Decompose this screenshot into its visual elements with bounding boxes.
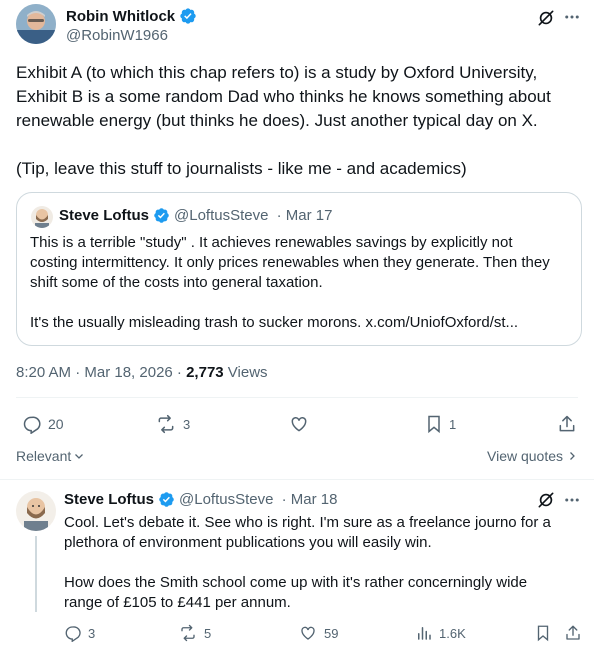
repost-icon (178, 624, 198, 642)
divider (16, 397, 578, 398)
quoted-author-name: Steve Loftus (59, 207, 150, 224)
reply-icon (64, 624, 82, 642)
reply-views-count: 1.6K (439, 625, 466, 641)
reply-bookmark-button[interactable] (535, 624, 551, 642)
verified-badge-icon (158, 491, 175, 508)
bookmark-icon (535, 624, 551, 642)
more-options-icon[interactable] (563, 8, 581, 26)
tweet-text: Exhibit A (to which this chap refers to)… (16, 61, 586, 181)
bookmark-count: 1 (449, 416, 457, 432)
views-count: 2,773 (186, 364, 224, 381)
reply-author-handle[interactable]: @LoftusSteve (179, 491, 273, 508)
quoted-tweet-text: This is a terrible "study" . It achieves… (30, 233, 575, 333)
author-handle[interactable]: @RobinW1966 (66, 27, 168, 44)
tweet-text-line: Exhibit A (to which this chap refers to)… (16, 63, 538, 82)
reply-date[interactable]: · Mar 18 (277, 491, 338, 508)
share-button[interactable] (557, 414, 577, 434)
quoted-tweet-card[interactable]: Steve Loftus @LoftusSteve · Mar 17 This … (16, 192, 582, 346)
reply-views-button[interactable]: 1.6K (415, 624, 466, 642)
more-options-icon[interactable] (563, 491, 581, 509)
tweet-timestamp[interactable]: 8:20 AM · Mar 18, 2026 · (16, 364, 186, 381)
reply-text: Cool. Let's debate it. See who is right.… (64, 513, 584, 613)
view-quotes-label: View quotes (487, 448, 564, 464)
heart-icon (298, 624, 318, 642)
reply-text-line: range of £105 to £441 per annum. (64, 594, 291, 611)
reply-author-avatar[interactable] (16, 491, 56, 531)
quoted-author-avatar (31, 206, 53, 228)
divider (0, 479, 594, 480)
tweet-meta: 8:20 AM · Mar 18, 2026 · 2,773 Views (16, 364, 268, 381)
bookmark-icon (425, 414, 443, 434)
repost-button[interactable]: 3 (155, 414, 190, 434)
reply-author-name[interactable]: Steve Loftus (64, 491, 154, 508)
reply-text-line: plethora of environment publications you… (64, 534, 432, 551)
tweet-text-line: (Tip, leave this stuff to journalists - … (16, 159, 467, 178)
grok-icon[interactable] (536, 8, 556, 28)
reply-like-button[interactable]: 59 (298, 624, 338, 642)
author-name[interactable]: Robin Whitlock (66, 8, 175, 25)
reply-icon (22, 414, 42, 434)
chevron-right-icon (566, 450, 578, 462)
thread-line (35, 536, 37, 612)
reply-reply-count: 3 (88, 625, 96, 641)
grok-icon[interactable] (536, 490, 556, 510)
reply-reply-button[interactable]: 3 (64, 624, 95, 642)
quoted-author-handle: @LoftusSteve (174, 207, 269, 224)
reply-text-line: Cool. Let's debate it. See who is right.… (64, 514, 551, 531)
chevron-down-icon (73, 450, 85, 462)
verified-badge-icon (153, 207, 170, 224)
quoted-text-line: shift some of the costs into general tax… (30, 274, 323, 291)
reply-share-button[interactable] (564, 624, 582, 642)
quoted-date: · Mar 17 (272, 207, 333, 224)
sort-label: Relevant (16, 448, 72, 464)
reply-button[interactable]: 20 (22, 414, 64, 434)
quoted-text-line: This is a terrible "study" . It achieves… (30, 234, 513, 251)
tweet-text-line: Exhibit B is a some random Dad who think… (16, 87, 551, 106)
repost-count: 3 (183, 416, 191, 432)
reply-text-line: How does the Smith school come up with i… (64, 574, 528, 591)
reply-count: 20 (48, 416, 64, 432)
reply-repost-count: 5 (204, 625, 212, 641)
quoted-text-line: costing intermittency. It only prices re… (30, 254, 550, 271)
heart-icon (288, 414, 310, 434)
share-icon (564, 624, 582, 642)
repost-icon (155, 414, 177, 434)
quoted-text-line: It's the usually misleading trash to suc… (30, 314, 519, 331)
bookmark-button[interactable]: 1 (425, 414, 456, 434)
share-icon (557, 414, 577, 434)
like-button[interactable] (288, 414, 310, 434)
reply-like-count: 59 (324, 625, 339, 641)
tweet-text-line: renewable energy (but thinks he does). J… (16, 111, 538, 130)
analytics-icon (415, 624, 433, 642)
author-avatar[interactable] (16, 4, 56, 44)
view-quotes-link[interactable]: View quotes (487, 448, 578, 464)
reply-repost-button[interactable]: 5 (178, 624, 211, 642)
views-label: Views (223, 364, 268, 381)
sort-dropdown[interactable]: Relevant (16, 448, 85, 464)
verified-badge-icon (179, 7, 197, 25)
